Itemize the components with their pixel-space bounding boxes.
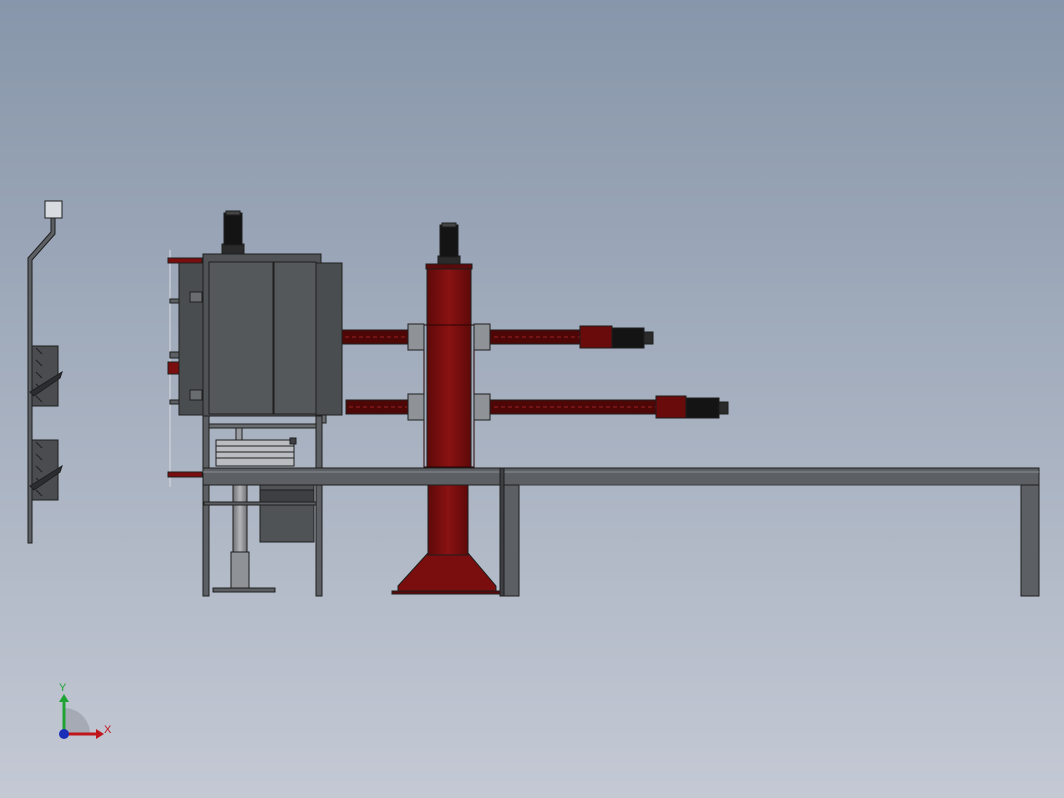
feeder-reel-lower: [29, 439, 63, 501]
coil-stack: [215, 427, 297, 467]
clamp-arm-bottom: [167, 471, 203, 478]
base-table: [202, 467, 1040, 597]
triad-x-arrowhead: [96, 729, 104, 739]
table-top: [202, 467, 1040, 486]
carriage-upper-right: [473, 323, 491, 351]
feeder-reel-upper: [29, 345, 63, 407]
actuator-motor-lower: [685, 397, 720, 419]
table-leg-middle-b: [499, 467, 505, 597]
frame-leg-left: [202, 415, 210, 597]
column-motor: [439, 224, 459, 258]
column-cap: [425, 263, 473, 270]
machine-assembly-drawing: X Y: [27, 200, 1040, 739]
cad-viewport[interactable]: X Y: [0, 0, 1064, 798]
actuator-motor-upper: [611, 327, 645, 349]
column-base: [397, 552, 497, 593]
orientation-triad[interactable]: X Y: [59, 682, 112, 739]
cabinet-right-panel: [315, 262, 343, 416]
carriage-lower-left: [407, 393, 425, 421]
triad-x-label: X: [104, 724, 112, 736]
carriage-lower-right: [473, 393, 491, 421]
triad-y-label: Y: [59, 682, 67, 694]
cabinet-door-left: [208, 261, 274, 415]
clamp-arm-mid: [167, 361, 181, 375]
cabinet-motor: [223, 212, 243, 246]
clamp-arm-top: [167, 257, 203, 264]
cabinet-door-right: [273, 261, 317, 415]
frame-leg-right: [315, 415, 323, 597]
left-station: [167, 210, 343, 597]
triad-y-arrowhead: [59, 694, 69, 702]
column-body: [426, 268, 472, 468]
feeder-arm: [27, 200, 63, 544]
linear-actuators: [341, 323, 729, 421]
lift-base: [212, 587, 276, 593]
table-leg-right: [1020, 484, 1040, 597]
table-leg-middle-a: [501, 484, 520, 597]
carriage-upper-left: [407, 323, 425, 351]
triad-arc: [64, 708, 90, 734]
feeder-arm-cap: [44, 200, 63, 219]
triad-z-axis-dot: [59, 729, 69, 739]
